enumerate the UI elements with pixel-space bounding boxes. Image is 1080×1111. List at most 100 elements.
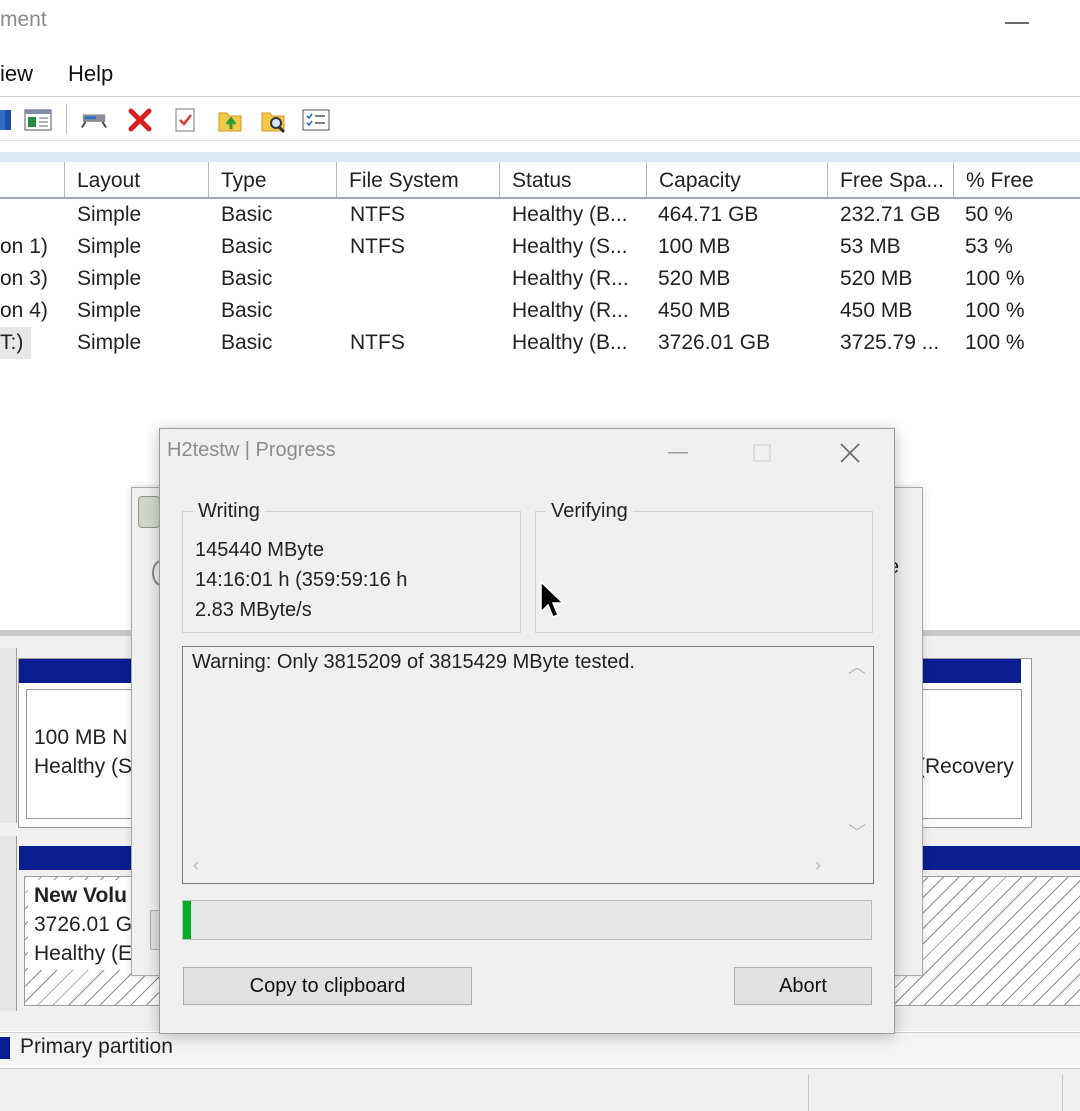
cell-free-space: 232.71 GB xyxy=(840,203,941,226)
cell-layout: Simple xyxy=(77,267,142,290)
log-textarea[interactable]: Warning: Only 3815209 of 3815429 MByte t… xyxy=(182,646,874,884)
writing-legend: Writing xyxy=(193,500,265,523)
toolbar xyxy=(0,100,1080,140)
cell-file-system: NTFS xyxy=(350,203,405,226)
verifying-legend: Verifying xyxy=(546,500,633,523)
primary-partition-swatch xyxy=(0,1037,10,1059)
cell-type: Basic xyxy=(221,299,273,322)
minimize-icon[interactable] xyxy=(1005,22,1029,24)
menu-help[interactable]: Help xyxy=(68,61,113,87)
cell-capacity: 450 MB xyxy=(658,299,731,322)
scroll-up-icon[interactable]: ︿ xyxy=(848,653,866,679)
partition-status: Healthy (S xyxy=(34,755,133,778)
column-type[interactable]: Type xyxy=(208,162,336,197)
cell-percent-free: 100 % xyxy=(965,267,1025,290)
cell-capacity: 100 MB xyxy=(658,235,731,258)
partition-bar xyxy=(19,659,139,683)
pane-splitter xyxy=(0,152,1080,162)
cell-status: Healthy (R... xyxy=(512,267,629,290)
cell-percent-free: 53 % xyxy=(965,235,1013,258)
cell-status: Healthy (B... xyxy=(512,331,628,354)
cell-percent-free: 50 % xyxy=(965,203,1013,226)
dialog-minimize-icon[interactable] xyxy=(658,435,698,471)
dialog-title: H2testw | Progress xyxy=(167,439,336,461)
vertical-scrollbar[interactable]: ︿ ﹀ xyxy=(839,647,873,847)
scroll-right-icon[interactable]: › xyxy=(815,855,821,876)
column-capacity[interactable]: Capacity xyxy=(646,162,827,197)
cell-status: Healthy (B... xyxy=(512,203,628,226)
cell-free-space: 53 MB xyxy=(840,235,901,258)
menu-view[interactable]: iew xyxy=(0,61,33,87)
cell-type: Basic xyxy=(221,331,273,354)
delete-icon[interactable] xyxy=(126,106,154,134)
status-separator xyxy=(1062,1075,1063,1111)
volume-name: T:) xyxy=(0,327,32,359)
volume-name-label: New Volu xyxy=(34,884,127,907)
cell-type: Basic xyxy=(221,267,273,290)
writing-amount: 145440 MByte xyxy=(195,539,324,561)
search-folder-icon[interactable] xyxy=(260,106,288,134)
cell-file-system: NTFS xyxy=(350,331,405,354)
toolbar-separator xyxy=(66,104,67,134)
cell-type: Basic xyxy=(221,235,273,258)
disk-0-label[interactable] xyxy=(0,648,17,823)
dialog-close-icon[interactable] xyxy=(830,435,870,471)
volume-name: on 3) xyxy=(0,267,48,290)
cell-free-space: 3725.79 ... xyxy=(840,331,940,354)
cell-free-space: 450 MB xyxy=(840,299,913,322)
log-warning-text: Warning: Only 3815209 of 3815429 MByte t… xyxy=(192,651,635,673)
app-icon xyxy=(138,496,160,528)
cell-type: Basic xyxy=(221,203,273,226)
list-view-icon[interactable] xyxy=(302,106,330,134)
up-folder-icon[interactable] xyxy=(216,106,244,134)
menu-bar: iew Help xyxy=(0,58,1080,90)
window-title: ment xyxy=(0,8,47,31)
volume-list-header: Layout Type File System Status Capacity … xyxy=(0,162,1080,199)
volume-name: on 4) xyxy=(0,299,48,322)
column-layout[interactable]: Layout xyxy=(64,162,208,197)
h2testw-progress-dialog: H2testw | Progress Writing 145440 MByte … xyxy=(159,428,895,1034)
cell-layout: Simple xyxy=(77,203,142,226)
abort-button[interactable]: Abort xyxy=(734,967,872,1005)
cell-capacity: 464.71 GB xyxy=(658,203,759,226)
horizontal-scrollbar[interactable]: ‹ › xyxy=(183,849,839,883)
volume-size-label: 3726.01 GI xyxy=(34,913,138,936)
partition-recovery-label: (Recovery xyxy=(918,755,1014,778)
table-row[interactable]: on 4) Simple Basic Healthy (R... 450 MB … xyxy=(0,295,1080,327)
cell-layout: Simple xyxy=(77,235,142,258)
disk-1-label[interactable] xyxy=(0,836,17,1011)
status-bar xyxy=(0,1068,1080,1111)
scroll-left-icon[interactable]: ‹ xyxy=(193,855,199,876)
console-view-icon[interactable] xyxy=(24,106,52,134)
cell-free-space: 520 MB xyxy=(840,267,913,290)
copy-to-clipboard-button[interactable]: Copy to clipboard xyxy=(183,967,472,1005)
column-percent-free[interactable]: % Free xyxy=(953,162,1080,197)
partition-size: 100 MB N xyxy=(34,726,128,749)
table-row[interactable]: on 3) Simple Basic Healthy (R... 520 MB … xyxy=(0,263,1080,295)
writing-group: Writing 145440 MByte 14:16:01 h (359:59:… xyxy=(182,500,521,633)
column-status[interactable]: Status xyxy=(499,162,646,197)
writing-rate: 2.83 MByte/s xyxy=(195,599,312,621)
column-file-system[interactable]: File System xyxy=(336,162,499,197)
cell-capacity: 520 MB xyxy=(658,267,731,290)
progress-fill xyxy=(183,901,192,939)
table-row[interactable]: T:) Simple Basic NTFS Healthy (B... 3726… xyxy=(0,327,1080,359)
progress-bar xyxy=(182,900,872,940)
table-row[interactable]: Simple Basic NTFS Healthy (B... 464.71 G… xyxy=(0,199,1080,231)
cell-file-system: NTFS xyxy=(350,235,405,258)
toolbar-divider xyxy=(0,140,1080,141)
writing-time: 14:16:01 h (359:59:16 h xyxy=(195,569,408,591)
scroll-down-icon[interactable]: ﹀ xyxy=(848,819,866,845)
cell-layout: Simple xyxy=(77,299,142,322)
help-book-icon[interactable] xyxy=(0,106,16,134)
cell-layout: Simple xyxy=(77,331,142,354)
status-separator xyxy=(808,1075,809,1111)
connect-drive-icon[interactable] xyxy=(80,106,108,134)
cell-percent-free: 100 % xyxy=(965,331,1025,354)
column-free-space[interactable]: Free Spa... xyxy=(827,162,953,197)
cell-status: Healthy (S... xyxy=(512,235,628,258)
menubar-divider xyxy=(0,96,1080,97)
table-row[interactable]: on 1) Simple Basic NTFS Healthy (S... 10… xyxy=(0,231,1080,263)
volume-status-label: Healthy (E xyxy=(34,942,133,965)
properties-check-icon[interactable] xyxy=(171,106,199,134)
